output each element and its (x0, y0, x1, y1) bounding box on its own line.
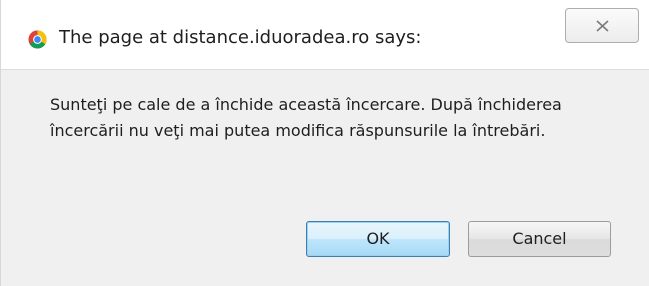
dialog-message: Sunteţi pe cale de a închide această înc… (50, 95, 562, 140)
close-icon (596, 20, 609, 32)
alert-dialog: The page at distance.iduoradea.ro says: … (0, 0, 649, 286)
dialog-titlebar: The page at distance.iduoradea.ro says: (1, 0, 649, 70)
ok-button[interactable]: OK (306, 221, 450, 257)
dialog-title: The page at distance.iduoradea.ro says: (59, 27, 422, 48)
dialog-body: Sunteţi pe cale de a închide această înc… (1, 70, 649, 286)
close-button[interactable] (565, 8, 639, 43)
chrome-icon (28, 30, 47, 49)
cancel-button[interactable]: Cancel (468, 221, 611, 257)
